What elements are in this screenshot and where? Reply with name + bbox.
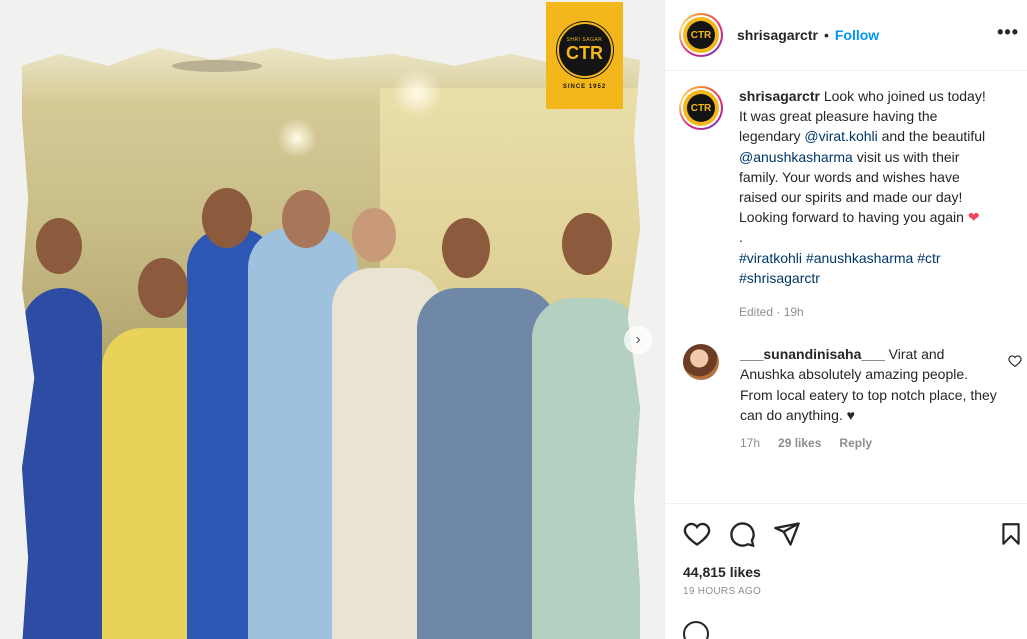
post-header: CTR shrisagarctr • Follow •••	[665, 0, 1027, 71]
brand-logo: SHRI SAGAR CTR	[556, 21, 613, 78]
photo-head	[442, 218, 490, 278]
next-arrow-icon[interactable]: ›	[624, 326, 652, 354]
photo-head	[282, 190, 330, 248]
hashtag-link[interactable]: #ctr	[917, 250, 940, 266]
post-actions: 44,815 likes 19 HOURS AGO	[665, 503, 1027, 639]
comment-heart-icon[interactable]	[1008, 354, 1022, 368]
post-time[interactable]: 19 HOURS AGO	[665, 580, 1027, 597]
brand-since: SINCE 1952	[562, 83, 607, 90]
action-icons	[665, 504, 1027, 548]
brand-badge: SHRI SAGAR CTR SINCE 1952	[546, 2, 623, 109]
photo-lamp	[277, 118, 317, 158]
comments-section[interactable]: CTR shrisagarctr Look who joined us toda…	[665, 72, 1027, 503]
header-separator: •	[823, 27, 829, 43]
avatar-logo: CTR	[683, 17, 719, 53]
comment-icon[interactable]	[728, 520, 756, 548]
comment: ___sunandinisaha___ Virat and Anushka ab…	[665, 322, 1027, 453]
caption-dot: .	[739, 229, 743, 246]
header-username[interactable]: shrisagarctr	[737, 27, 818, 43]
photo-lamp	[392, 68, 442, 118]
photo-head	[352, 208, 396, 262]
follow-button[interactable]: Follow	[835, 27, 879, 43]
brand-logo-main: CTR	[566, 42, 603, 63]
photo-head	[36, 218, 82, 274]
comment-likes[interactable]: 29 likes	[778, 433, 821, 453]
photo-person	[22, 288, 102, 639]
avatar[interactable]	[683, 344, 719, 381]
comment-username[interactable]: ___sunandinisaha___	[740, 346, 885, 362]
avatar[interactable]: CTR	[679, 13, 723, 57]
photo-person	[532, 298, 640, 639]
comment-time[interactable]: 17h	[740, 433, 760, 453]
mention-link[interactable]: @virat.kohli	[804, 128, 877, 144]
emoji-icon[interactable]	[683, 621, 709, 639]
caption: CTR shrisagarctr Look who joined us toda…	[665, 72, 1027, 322]
photo-fan	[172, 60, 262, 72]
avatar-logo: CTR	[683, 90, 719, 126]
avatar-inner: CTR	[681, 15, 721, 55]
caption-edited: Edited · 19h	[739, 305, 804, 320]
avatar-logo-text: CTR	[687, 94, 715, 122]
comment-body: ___sunandinisaha___ Virat and Anushka ab…	[740, 344, 1002, 453]
avatar-inner: CTR	[681, 88, 721, 128]
avatar-logo-text: CTR	[687, 21, 715, 49]
caption-text: shrisagarctr Look who joined us today! I…	[739, 86, 994, 322]
hashtags: #viratkohli #anushkasharma #ctr #shrisag…	[739, 248, 994, 288]
photo-head	[562, 213, 612, 275]
share-icon[interactable]	[773, 520, 801, 548]
comment-meta: 17h 29 likes Reply	[740, 433, 1002, 453]
post-sidebar: CTR shrisagarctr • Follow ••• CTR shrisa…	[664, 0, 1027, 639]
heart-icon[interactable]	[683, 520, 711, 548]
mention-link[interactable]: @anushkasharma	[739, 149, 853, 165]
hashtag-link[interactable]: #shrisagarctr	[739, 270, 820, 286]
post-media: SHRI SAGAR CTR SINCE 1952 ›	[0, 0, 664, 639]
heart-emoji: ❤	[967, 209, 980, 226]
photo-head	[138, 258, 188, 318]
reply-button[interactable]: Reply	[839, 433, 872, 453]
caption-username[interactable]: shrisagarctr	[739, 88, 820, 104]
likes-count[interactable]: 44,815 likes	[665, 548, 1027, 580]
next-arrow-label: ›	[635, 331, 641, 348]
avatar[interactable]: CTR	[679, 86, 723, 130]
hashtag-link[interactable]: #anushkasharma	[806, 250, 913, 266]
bookmark-icon[interactable]	[998, 520, 1024, 548]
hashtag-link[interactable]: #viratkohli	[739, 250, 802, 266]
more-icon[interactable]: •••	[997, 22, 1019, 43]
post-photo	[22, 48, 640, 639]
caption-part: and the beautiful	[877, 128, 986, 145]
photo-head	[202, 188, 252, 248]
